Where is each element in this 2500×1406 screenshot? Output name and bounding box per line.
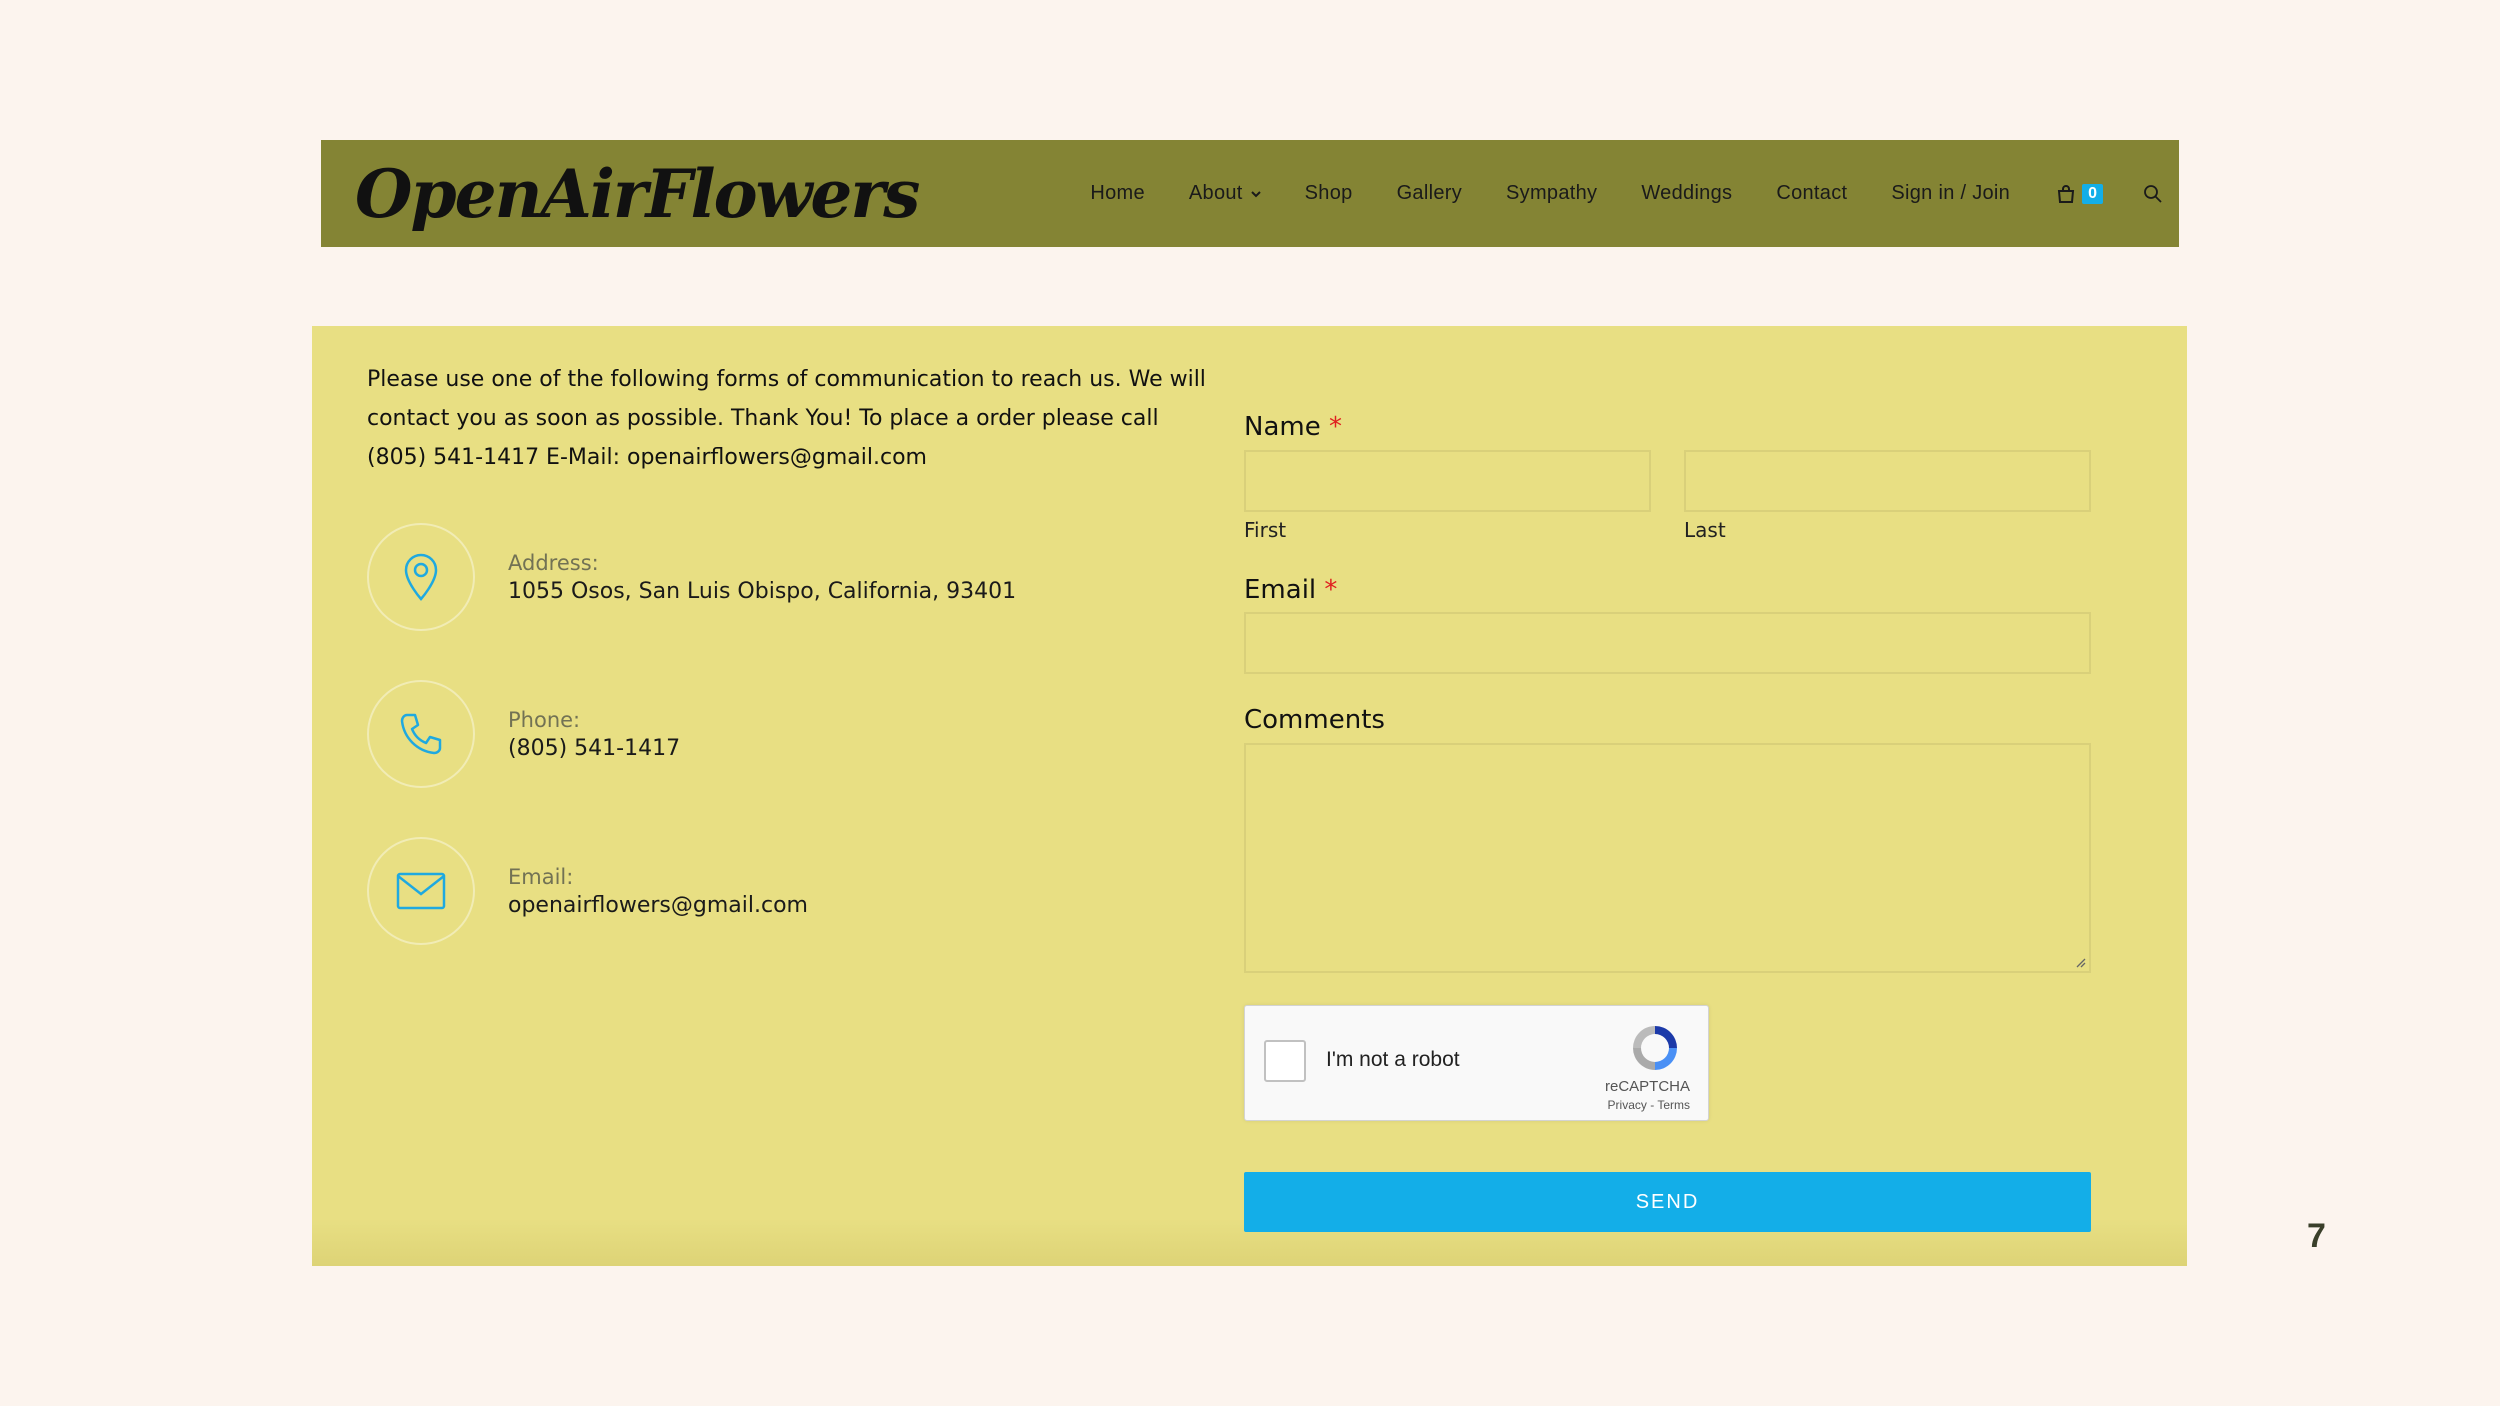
- nav-signin[interactable]: Sign in / Join: [1891, 182, 2010, 205]
- location-pin-icon: [404, 553, 438, 601]
- name-required-mark: *: [1328, 412, 1342, 442]
- search-icon: [2144, 184, 2162, 203]
- nav-about[interactable]: About: [1189, 182, 1261, 205]
- chevron-down-icon: [1250, 190, 1261, 197]
- address-label: Address:: [508, 551, 599, 575]
- recaptcha-terms[interactable]: Privacy - Terms: [1608, 1098, 1690, 1112]
- recaptcha-brand: reCAPTCHA: [1604, 1078, 1690, 1095]
- address-value: 1055 Osos, San Luis Obispo, California, …: [508, 579, 1017, 604]
- nav-weddings[interactable]: Weddings: [1641, 182, 1732, 205]
- contact-intro: Please use one of the following forms of…: [367, 367, 1206, 470]
- phone-icon-circle: [367, 680, 475, 788]
- email-item: Email: openairflowers@gmail.com: [367, 837, 1067, 947]
- email-input[interactable]: [1244, 612, 2091, 674]
- phone-item: Phone: (805) 541-1417: [367, 680, 1067, 790]
- nav-gallery[interactable]: Gallery: [1397, 182, 1462, 205]
- email-value[interactable]: openairflowers@gmail.com: [508, 893, 808, 918]
- site-header: OpenAirFlowers Home About Shop Gallery S…: [321, 140, 2179, 247]
- nav-about-label: About: [1188, 182, 1243, 204]
- recaptcha-logo-icon: [1633, 1026, 1677, 1070]
- nav-shop[interactable]: Shop: [1305, 182, 1353, 205]
- comments-label: Comments: [1244, 705, 1385, 735]
- search-button[interactable]: [2143, 184, 2163, 204]
- name-label-text: Name: [1244, 412, 1321, 442]
- cart-button[interactable]: 0: [2056, 183, 2103, 204]
- phone-label: Phone:: [508, 708, 581, 732]
- contact-panel: Please use one of the following forms of…: [312, 326, 2187, 1266]
- email-required-mark: *: [1324, 575, 1338, 605]
- email-icon-circle: [367, 837, 475, 945]
- shopping-bag-icon: [2057, 184, 2075, 203]
- first-name-sublabel: First: [1244, 518, 1287, 542]
- last-name-input[interactable]: [1684, 450, 2091, 512]
- recaptcha-widget: I'm not a robot reCAPTCHA Privacy - Term…: [1244, 1005, 1709, 1121]
- nav-home[interactable]: Home: [1090, 182, 1145, 205]
- email-label: Email:: [508, 865, 574, 889]
- first-name-input[interactable]: [1244, 450, 1651, 512]
- nav-contact[interactable]: Contact: [1776, 182, 1847, 205]
- address-icon-circle: [367, 523, 475, 631]
- name-label: Name *: [1244, 412, 1342, 442]
- nav-sympathy[interactable]: Sympathy: [1506, 182, 1597, 205]
- comments-textarea[interactable]: [1244, 743, 2091, 973]
- address-item: Address: 1055 Osos, San Luis Obispo, Cal…: [367, 523, 1067, 633]
- email-field-label: Email *: [1244, 575, 1337, 605]
- cart-count-badge: 0: [2082, 183, 2103, 204]
- email-label-text: Email: [1244, 575, 1317, 605]
- phone-icon: [400, 713, 442, 755]
- main-nav: Home About Shop Gallery Sympathy Wedding…: [1068, 140, 2179, 247]
- envelope-icon: [396, 872, 446, 910]
- recaptcha-checkbox[interactable]: [1264, 1040, 1306, 1082]
- last-name-sublabel: Last: [1684, 518, 1726, 542]
- recaptcha-label: I'm not a robot: [1326, 1048, 1460, 1071]
- site-logo[interactable]: OpenAirFlowers: [355, 140, 920, 247]
- page-number: 7: [2307, 1217, 2326, 1255]
- resize-handle-icon[interactable]: [2074, 956, 2086, 968]
- phone-value[interactable]: (805) 541-1417: [508, 736, 680, 761]
- send-button[interactable]: SEND: [1244, 1172, 2091, 1232]
